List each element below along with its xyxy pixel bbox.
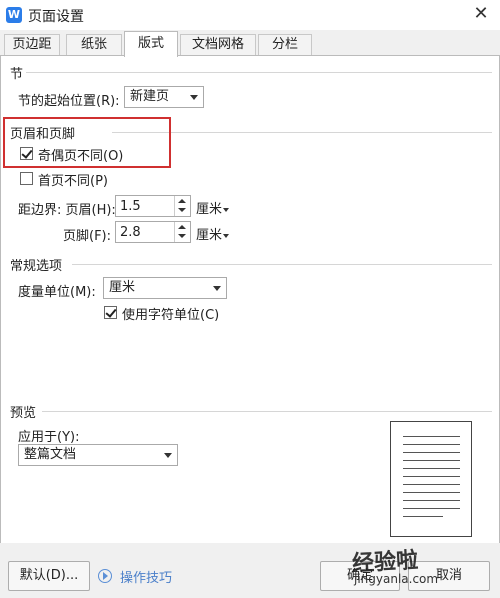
measure-unit-label: 度量单位(M): [18, 285, 96, 300]
tab-paper[interactable]: 纸张 [66, 34, 122, 56]
preview-divider [42, 411, 492, 412]
footer-unit-dropdown[interactable]: 厘米 [196, 224, 230, 243]
header-distance-value: 1.5 [120, 199, 141, 214]
wps-app-icon: W [6, 7, 22, 23]
tab-margins[interactable]: 页边距 [4, 34, 60, 56]
distance-header-label: 距边界: 页眉(H): [18, 203, 116, 218]
check-icon [105, 306, 117, 318]
section-start-label: 节的起始位置(R): [18, 94, 120, 109]
apply-to-label: 应用于(Y): [18, 430, 80, 445]
general-divider [72, 264, 492, 265]
general-heading: 常规选项 [10, 259, 63, 274]
preview-line [403, 484, 460, 485]
section-divider [26, 72, 492, 73]
preview-line [403, 468, 460, 469]
arrow-down-icon[interactable] [178, 234, 186, 238]
apply-to-value: 整篇文档 [24, 447, 77, 462]
footer-distance-label: 页脚(F): [63, 229, 112, 244]
check-icon [21, 147, 33, 159]
measure-unit-value: 厘米 [109, 280, 136, 295]
header-unit-dropdown[interactable]: 厘米 [196, 198, 230, 217]
tab-columns[interactable]: 分栏 [258, 34, 312, 56]
arrow-down-icon[interactable] [178, 208, 186, 212]
tab-layout[interactable]: 版式 [124, 31, 178, 57]
section-start-select[interactable]: 新建页 [124, 86, 204, 108]
chevron-down-icon [213, 286, 221, 291]
play-help-icon[interactable] [98, 569, 112, 583]
preview-line [403, 508, 460, 509]
char-unit-label[interactable]: 使用字符单位(C) [122, 304, 219, 323]
preview-line [403, 452, 460, 453]
measure-unit-select[interactable]: 厘米 [103, 277, 227, 299]
tab-document-grid[interactable]: 文档网格 [180, 34, 256, 56]
header-distance-spinner[interactable]: 1.5 [115, 195, 191, 217]
tab-bar: 页边距 纸张 版式 文档网格 分栏 [0, 30, 500, 57]
odd-even-checkbox[interactable] [20, 147, 33, 160]
close-icon[interactable]: ✕ [470, 3, 492, 25]
odd-even-label[interactable]: 奇偶页不同(O) [38, 145, 123, 164]
arrow-up-icon[interactable] [178, 225, 186, 229]
chevron-down-icon [164, 453, 172, 458]
apply-to-select[interactable]: 整篇文档 [18, 444, 178, 466]
section-start-value: 新建页 [130, 89, 170, 104]
tips-link[interactable]: 操作技巧 [120, 567, 172, 586]
header-unit-label: 厘米 [196, 202, 223, 217]
preview-line [403, 444, 460, 445]
footer-unit-label: 厘米 [196, 228, 223, 243]
footer-distance-value: 2.8 [120, 225, 141, 240]
preview-line [403, 500, 460, 501]
chevron-down-icon [223, 207, 230, 212]
footer-distance-spinner[interactable]: 2.8 [115, 221, 191, 243]
section-heading: 节 [10, 67, 24, 82]
chevron-down-icon [223, 233, 230, 238]
char-unit-checkbox[interactable] [104, 306, 117, 319]
dialog-footer: 默认(D)... 操作技巧 确定 取消 [0, 543, 500, 598]
chevron-down-icon [190, 95, 198, 100]
first-page-checkbox[interactable] [20, 172, 33, 185]
spinner-buttons[interactable] [174, 196, 190, 216]
watermark-url: jingyanla.com [354, 572, 439, 586]
spinner-buttons[interactable] [174, 222, 190, 242]
first-page-label[interactable]: 首页不同(P) [38, 170, 108, 189]
preview-line [403, 436, 460, 437]
preview-line [403, 516, 443, 517]
title-bar: W 页面设置 ✕ [0, 0, 500, 30]
preview-line [403, 476, 460, 477]
preview-heading: 预览 [10, 406, 37, 421]
default-button[interactable]: 默认(D)... [8, 561, 90, 591]
play-triangle [103, 572, 108, 580]
preview-line [403, 492, 460, 493]
arrow-up-icon[interactable] [178, 199, 186, 203]
page-preview [390, 421, 472, 537]
preview-line [403, 460, 460, 461]
window-title: 页面设置 [28, 9, 84, 25]
